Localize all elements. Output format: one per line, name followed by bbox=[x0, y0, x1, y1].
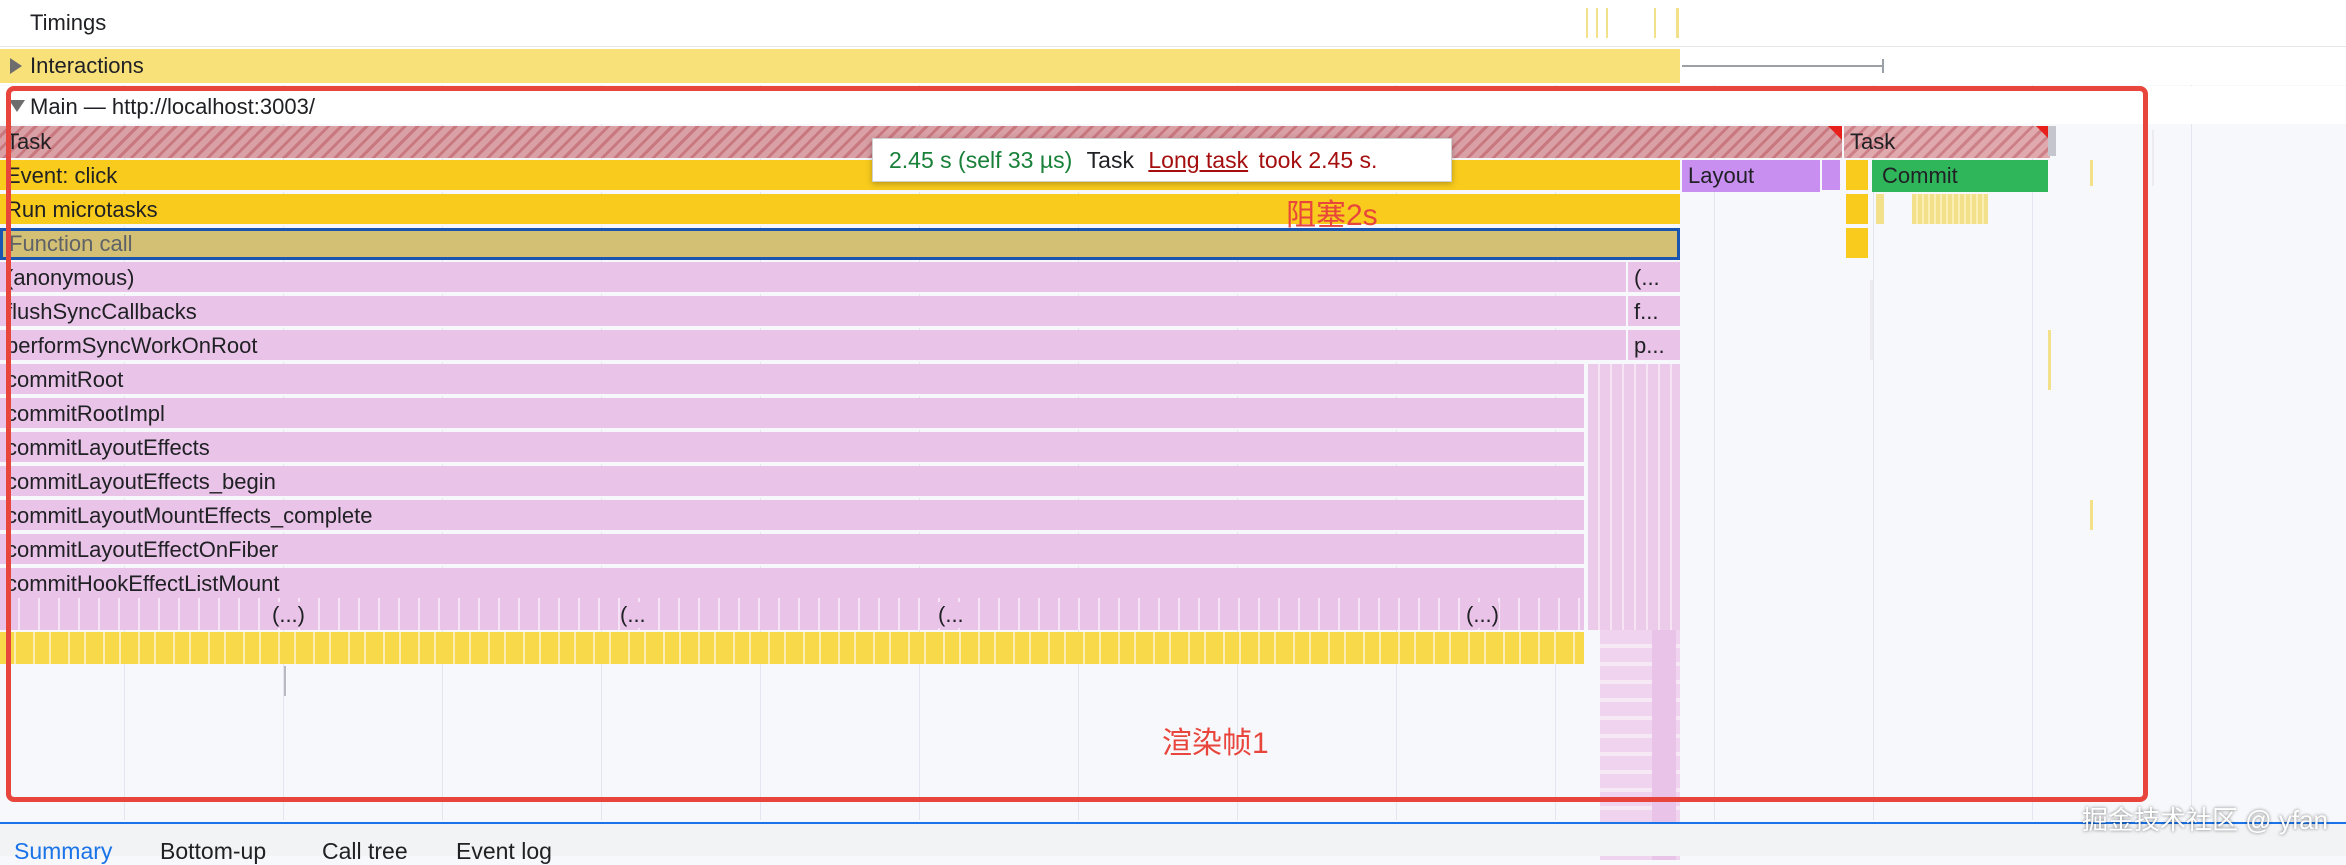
interaction-whisker bbox=[1682, 65, 1882, 67]
interactions-track[interactable]: Interactions bbox=[0, 47, 2346, 85]
tab-event-log[interactable]: Event log bbox=[456, 838, 552, 865]
block-annotation: 阻塞2s bbox=[1286, 199, 1378, 232]
tab-summary[interactable]: Summary bbox=[14, 838, 112, 865]
tab-call-tree[interactable]: Call tree bbox=[322, 838, 408, 865]
expand-triangle-icon[interactable] bbox=[10, 58, 22, 74]
interactions-label: Interactions bbox=[30, 53, 144, 78]
watermark: 掘金技术社区 @ yfan bbox=[2082, 805, 2328, 835]
tab-bottom-up[interactable]: Bottom-up bbox=[160, 838, 266, 865]
timings-label: Timings bbox=[30, 10, 107, 35]
bottom-tab-bar: Summary Bottom-up Call tree Event log bbox=[0, 822, 2346, 864]
frame-annotation: 渲染帧1 bbox=[1162, 727, 1269, 760]
interaction-bar[interactable] bbox=[0, 49, 1680, 83]
timings-track[interactable]: Timings bbox=[0, 0, 2346, 47]
annotation-box bbox=[6, 86, 2148, 802]
